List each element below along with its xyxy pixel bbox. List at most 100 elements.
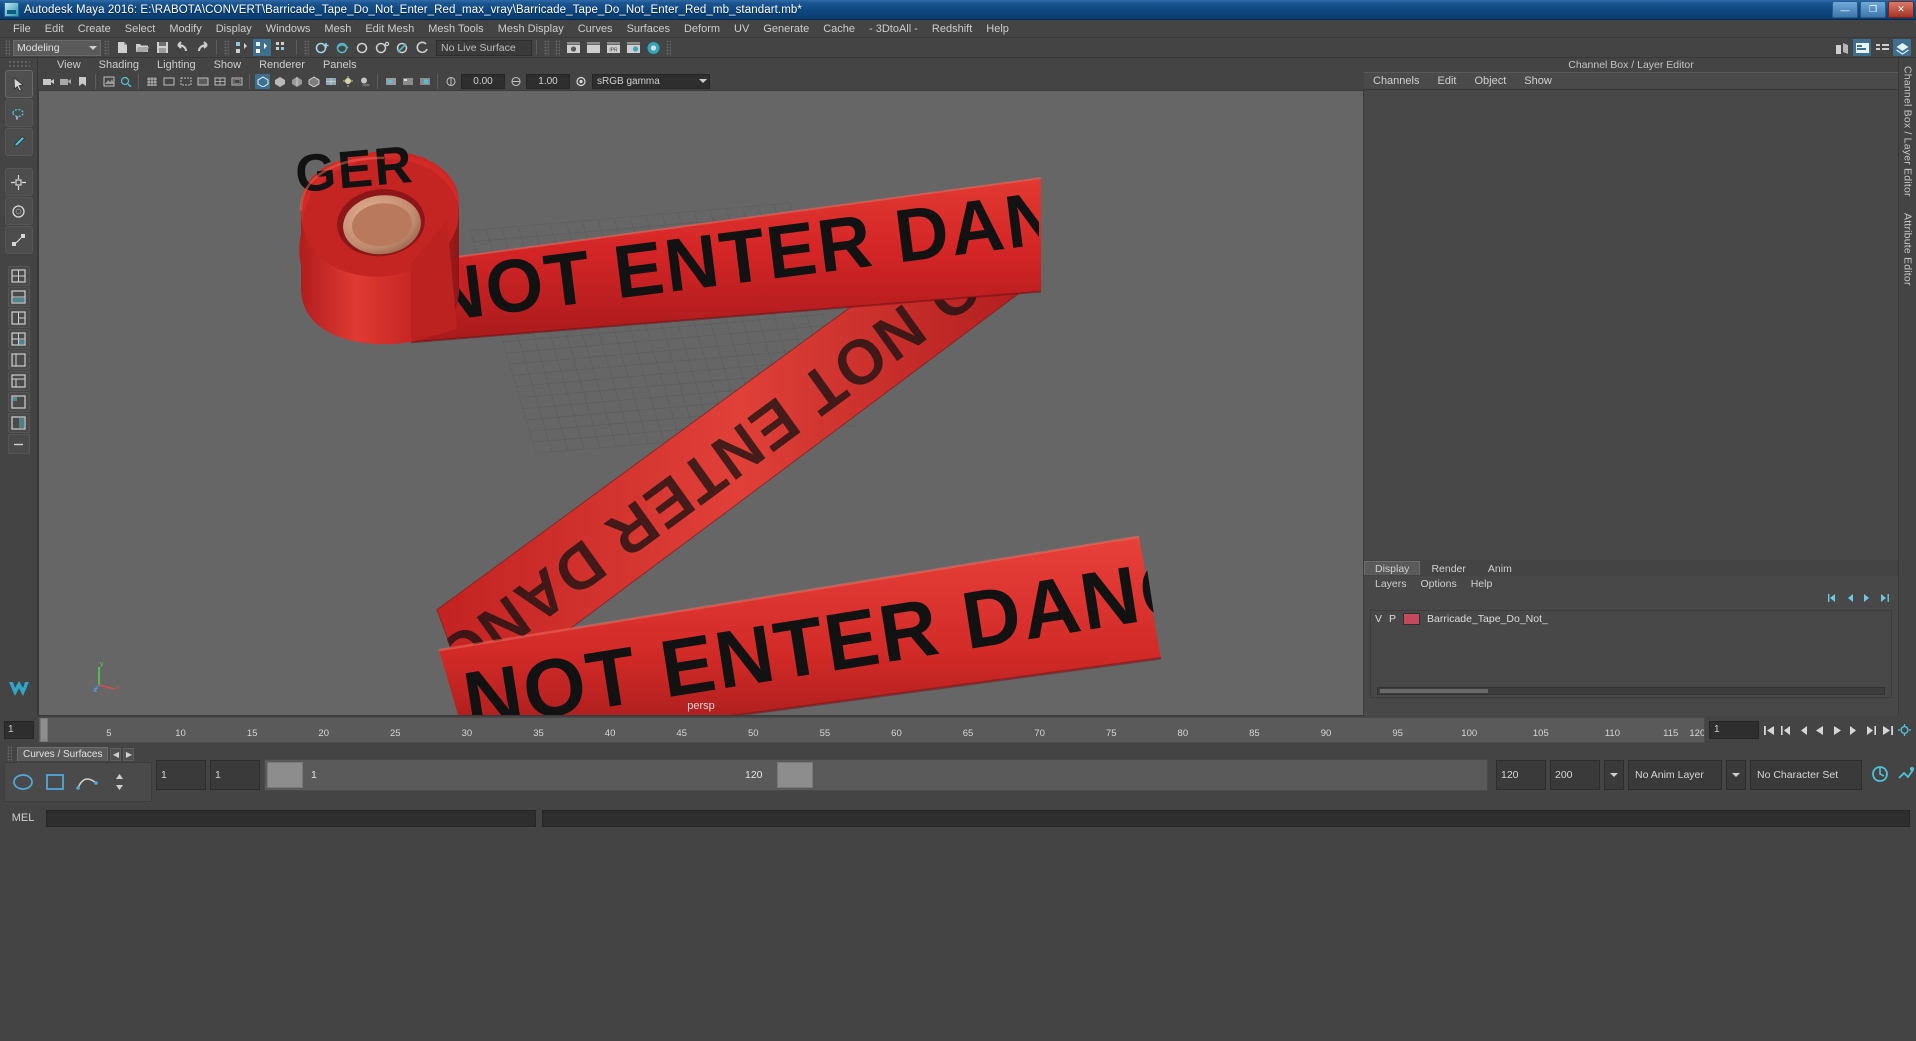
- smooth-shade-selected-icon[interactable]: [289, 74, 304, 89]
- exposure-icon[interactable]: [443, 74, 458, 89]
- film-gate-icon[interactable]: [161, 74, 176, 89]
- menu-mesh[interactable]: Mesh: [317, 20, 358, 38]
- command-output-field[interactable]: [542, 809, 1910, 827]
- vertical-tab-channel-box[interactable]: Channel Box / Layer Editor: [1902, 66, 1914, 197]
- close-button[interactable]: ✕: [1888, 1, 1914, 18]
- select-tool-button[interactable]: [4, 70, 33, 98]
- toolbar-grip-3[interactable]: [224, 39, 229, 56]
- show-hide-channel-box-icon[interactable]: [1893, 39, 1911, 56]
- menu-surfaces[interactable]: Surfaces: [620, 20, 677, 38]
- shelf-tab-curves-surfaces[interactable]: Curves / Surfaces: [17, 747, 109, 761]
- motion-blur-icon[interactable]: [383, 74, 398, 89]
- toolbar-grip-6[interactable]: [555, 39, 560, 56]
- snap-to-curve-icon[interactable]: [333, 39, 351, 56]
- nurbs-square-icon[interactable]: [42, 769, 68, 795]
- view-layout-three-button[interactable]: [7, 308, 30, 328]
- wireframe-on-shaded-icon[interactable]: [306, 74, 321, 89]
- menu-uv[interactable]: UV: [727, 20, 756, 38]
- layer-list[interactable]: V P Barricade_Tape_Do_Not_: [1370, 610, 1892, 698]
- render-settings-icon[interactable]: [624, 39, 642, 56]
- toolbar-grip-2[interactable]: [104, 39, 109, 56]
- shelf-prev-arrow[interactable]: ◀: [110, 747, 122, 761]
- open-scene-icon[interactable]: [133, 39, 151, 56]
- shadows-icon[interactable]: [357, 74, 372, 89]
- view-layout-persp-outliner-button[interactable]: [7, 350, 30, 370]
- menu-mesh-display[interactable]: Mesh Display: [491, 20, 571, 38]
- toolbox-grip[interactable]: [7, 60, 30, 69]
- go-to-start-icon[interactable]: [1761, 722, 1776, 739]
- layer-move-next-icon[interactable]: [1861, 593, 1873, 606]
- select-camera-icon[interactable]: [41, 74, 56, 89]
- wireframe-shading-icon[interactable]: [255, 73, 270, 89]
- layer-move-prev-icon[interactable]: [1844, 593, 1856, 606]
- layer-playback-toggle[interactable]: P: [1389, 613, 1396, 625]
- step-forward-frame-icon[interactable]: [1863, 722, 1878, 739]
- bookmark-icon[interactable]: [75, 74, 90, 89]
- playback-start-time-field[interactable]: 1: [210, 760, 260, 790]
- shelf-grip[interactable]: [7, 746, 12, 762]
- panel-menu-view[interactable]: View: [48, 58, 90, 72]
- view-layout-single-button[interactable]: [7, 266, 30, 286]
- use-default-lighting-icon[interactable]: [340, 74, 355, 89]
- multisample-icon[interactable]: [400, 74, 415, 89]
- layer-visibility-toggle[interactable]: V: [1375, 613, 1382, 625]
- go-to-end-icon[interactable]: [1880, 722, 1895, 739]
- menu-set-selector[interactable]: Modeling: [13, 39, 101, 56]
- vertical-tab-attribute-editor[interactable]: Attribute Editor: [1902, 213, 1914, 286]
- save-scene-icon[interactable]: [153, 39, 171, 56]
- command-input-field[interactable]: [46, 809, 536, 827]
- nurbs-circle-icon[interactable]: [10, 769, 36, 795]
- time-start-field[interactable]: 1: [4, 721, 34, 739]
- panel-menu-renderer[interactable]: Renderer: [250, 58, 314, 72]
- anim-layer-selector[interactable]: No Anim Layer: [1628, 760, 1722, 790]
- toolbar-grip-7[interactable]: [666, 39, 671, 56]
- menu-file[interactable]: File: [6, 20, 38, 38]
- snap-to-projected-center-icon[interactable]: [373, 39, 391, 56]
- character-set-selector[interactable]: No Character Set: [1750, 760, 1862, 790]
- camera-attributes-icon[interactable]: [58, 74, 73, 89]
- animation-preferences-button-icon[interactable]: [1896, 764, 1916, 787]
- snap-to-view-plane-icon[interactable]: [393, 39, 411, 56]
- render-sequence-icon[interactable]: [584, 39, 602, 56]
- menu-select[interactable]: Select: [118, 20, 163, 38]
- step-forward-key-icon[interactable]: [1846, 722, 1861, 739]
- safe-action-icon[interactable]: [229, 74, 244, 89]
- time-slider-track[interactable]: 5 10 15 20 25 30 35 40 45 50 55 60 65 70…: [38, 717, 1705, 743]
- persp-viewport[interactable]: DO NOT ENTER DANGER NOT ENTER DANGER GER…: [38, 90, 1364, 716]
- toolbar-grip[interactable]: [5, 39, 10, 56]
- menu-edit[interactable]: Edit: [38, 20, 71, 38]
- range-slider-left-handle[interactable]: [267, 762, 303, 788]
- panel-menu-panels[interactable]: Panels: [314, 58, 366, 72]
- auto-keyframe-toggle-icon[interactable]: [1870, 764, 1890, 787]
- layer-list-scrollbar[interactable]: [1377, 687, 1885, 695]
- channelbox-menu-channels[interactable]: Channels: [1364, 72, 1428, 90]
- rotate-tool-button[interactable]: [4, 197, 33, 225]
- view-layout-four-button[interactable]: [7, 329, 30, 349]
- panel-menu-shading[interactable]: Shading: [90, 58, 148, 72]
- cv-curve-tool-icon[interactable]: [74, 769, 100, 795]
- range-options-button[interactable]: [1604, 760, 1624, 790]
- tab-anim[interactable]: Anim: [1477, 561, 1523, 575]
- ambient-occlusion-icon[interactable]: [417, 74, 432, 89]
- layer-menu-help[interactable]: Help: [1464, 578, 1500, 590]
- current-frame-field[interactable]: 1: [1709, 721, 1759, 739]
- select-by-hierarchy-icon[interactable]: [233, 39, 251, 56]
- layer-new-icon[interactable]: [1878, 593, 1890, 606]
- redo-icon[interactable]: [193, 39, 211, 56]
- menu-3dtoall[interactable]: - 3DtoAll -: [862, 20, 925, 38]
- layer-move-first-icon[interactable]: [1827, 593, 1839, 606]
- menu-modify[interactable]: Modify: [162, 20, 208, 38]
- shelf-next-arrow[interactable]: ▶: [123, 747, 135, 761]
- show-hide-modeling-toolkit-icon[interactable]: [1833, 39, 1851, 56]
- maximize-button[interactable]: ❐: [1860, 1, 1886, 18]
- resolution-gate-icon[interactable]: [178, 74, 193, 89]
- render-current-frame-icon[interactable]: [564, 39, 582, 56]
- shelf-scroll-arrows-icon[interactable]: [106, 769, 132, 795]
- texture-display-icon[interactable]: [323, 74, 338, 89]
- toolbar-grip-5[interactable]: [544, 39, 549, 56]
- layer-menu-options[interactable]: Options: [1414, 578, 1464, 590]
- ipr-render-icon[interactable]: IPR: [604, 39, 622, 56]
- panel-menu-show[interactable]: Show: [205, 58, 251, 72]
- field-chart-icon[interactable]: [212, 74, 227, 89]
- toolbar-grip-4[interactable]: [304, 39, 309, 56]
